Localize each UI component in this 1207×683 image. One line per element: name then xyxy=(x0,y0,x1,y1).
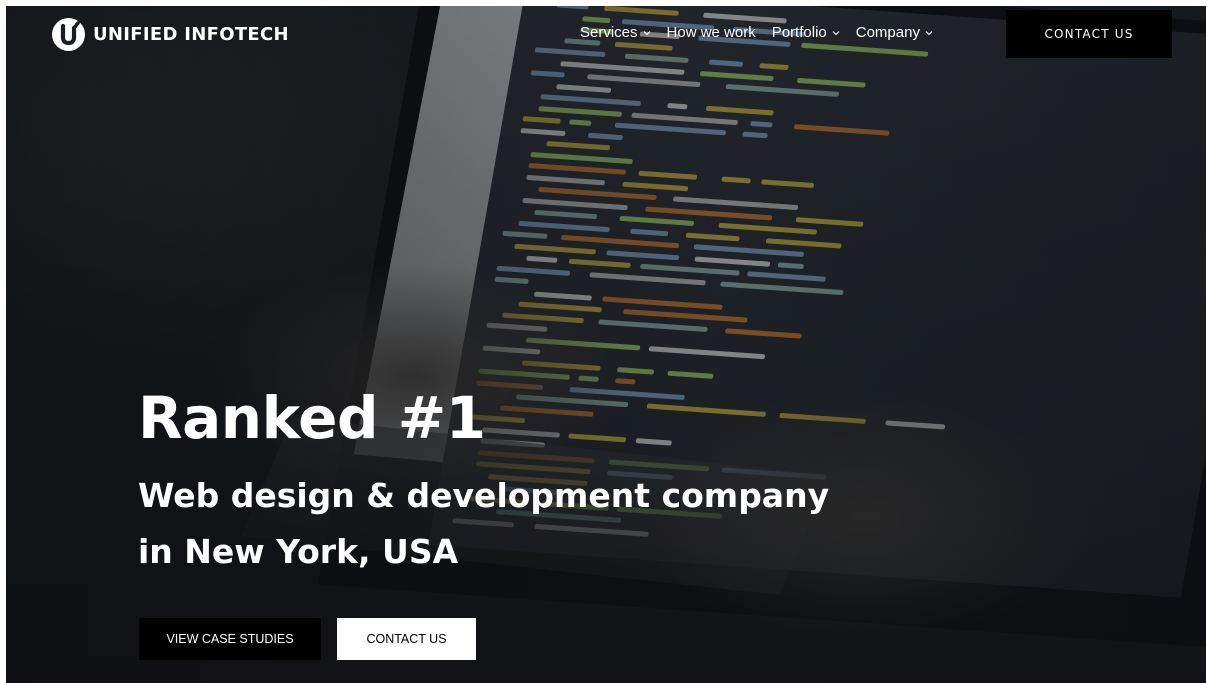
hero-contact-button[interactable]: CONTACT US xyxy=(337,618,476,660)
view-case-studies-button[interactable]: VIEW CASE STUDIES xyxy=(139,618,321,660)
nav-item-label: Services xyxy=(580,24,638,41)
hero-overlay xyxy=(6,6,1206,683)
header-contact-button[interactable]: CONTACT US xyxy=(1006,10,1172,58)
nav-item-label: Portfolio xyxy=(771,24,827,41)
hero-subtitle: Web design & development company in New … xyxy=(138,468,898,580)
unified-infotech-logo-icon xyxy=(52,18,85,51)
chevron-down-icon xyxy=(925,30,933,35)
chevron-down-icon xyxy=(643,30,650,35)
nav-item-company[interactable]: Company xyxy=(856,24,933,41)
nav-item-label: Company xyxy=(855,24,920,41)
nav-item-portfolio[interactable]: Portfolio xyxy=(772,24,840,41)
hero-subtitle-line-2: in New York, USA xyxy=(138,532,459,571)
hero-section: UNIFIED INFOTECH Services How we work Po… xyxy=(6,6,1206,683)
brand-name: UNIFIED INFOTECH xyxy=(93,24,289,45)
chevron-down-icon xyxy=(832,30,840,35)
nav-item-label: How we work xyxy=(666,24,756,41)
hero-subtitle-line-1: Web design & development company xyxy=(138,476,830,515)
hero-title: Ranked #1 xyxy=(138,384,486,452)
site-header: UNIFIED INFOTECH Services How we work Po… xyxy=(6,6,1206,64)
nav-item-how-we-work[interactable]: How we work xyxy=(667,24,756,41)
main-nav: Services How we work Portfolio Company xyxy=(580,24,949,41)
brand-logo[interactable]: UNIFIED INFOTECH xyxy=(52,18,289,51)
nav-item-services[interactable]: Services xyxy=(580,24,651,41)
